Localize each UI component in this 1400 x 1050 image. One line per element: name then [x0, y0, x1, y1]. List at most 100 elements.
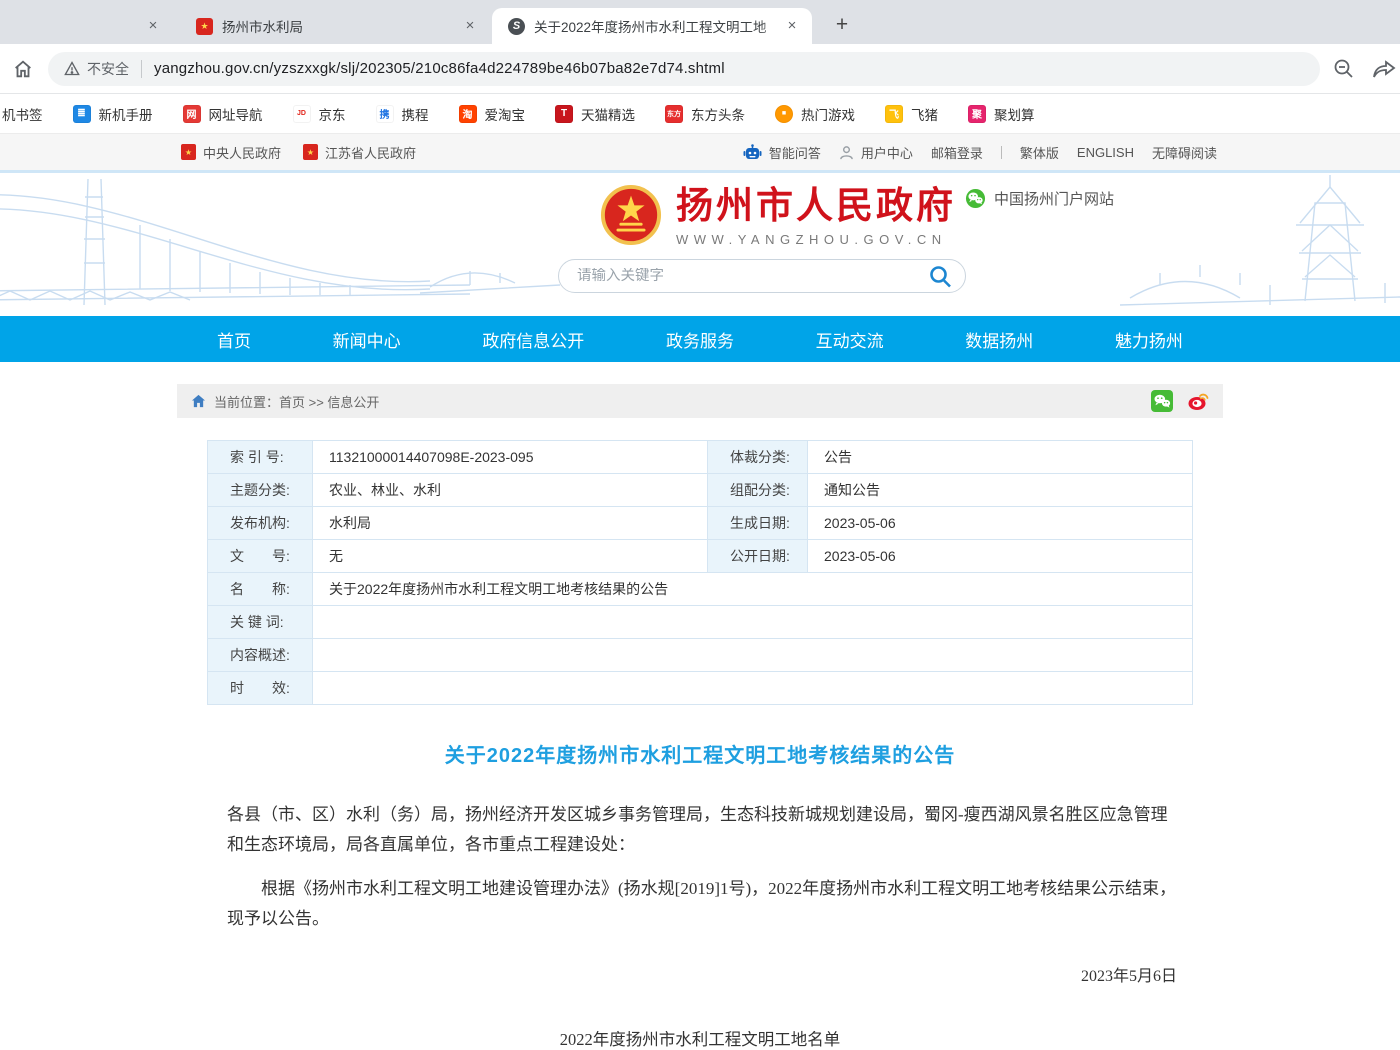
share-icon[interactable]: [1372, 57, 1398, 81]
tab-partial[interactable]: ×: [0, 8, 175, 44]
meta-label: 名 称:: [208, 573, 313, 606]
link-label: 用户中心: [861, 143, 913, 162]
taobao-icon: 淘: [459, 105, 477, 123]
home-icon[interactable]: [191, 394, 206, 408]
tab-title: 扬州市水利局: [222, 16, 460, 36]
link-accessibility[interactable]: 无障碍阅读: [1152, 143, 1217, 162]
meta-value-index-number: 11321000014407098E-2023-095: [313, 441, 708, 474]
portal-link[interactable]: 中国扬州门户网站: [965, 188, 1114, 209]
close-icon[interactable]: ×: [782, 16, 802, 36]
bookmark-item[interactable]: ≣ 新机手册: [73, 104, 153, 124]
meta-value-category: 通知公告: [808, 474, 1193, 507]
gov-top-bar: ★ 中央人民政府 ★ 江苏省人民政府 智能问答 用户中心: [0, 134, 1400, 170]
robot-icon: [743, 144, 762, 161]
nav-item-charm[interactable]: 魅力扬州: [1115, 327, 1183, 352]
bookmark-label: 京东: [319, 104, 346, 124]
bookmark-label: 爱淘宝: [485, 104, 526, 124]
document-meta-table: 索 引 号: 11321000014407098E-2023-095 体裁分类:…: [207, 440, 1193, 705]
gov-emblem-icon: ★: [181, 144, 196, 160]
nav-item-interaction[interactable]: 互动交流: [816, 327, 884, 352]
home-icon[interactable]: [12, 58, 34, 80]
search-icon[interactable]: [928, 264, 953, 289]
link-label: ENGLISH: [1077, 145, 1134, 160]
nav-item-info-disclosure[interactable]: 政府信息公开: [482, 327, 584, 352]
weibo-share-icon[interactable]: [1187, 390, 1209, 412]
meta-label: 体裁分类:: [708, 441, 808, 474]
manual-icon: ≣: [73, 105, 91, 123]
meta-value-keywords: [313, 606, 1193, 639]
bookmark-item[interactable]: 聚 聚划算: [968, 104, 1035, 124]
nav-item-home[interactable]: 首页: [217, 327, 251, 352]
bridge-artwork: [0, 173, 560, 316]
list-heading: 2022年度扬州市水利工程文明工地名单: [177, 1026, 1223, 1050]
divider: [141, 60, 142, 78]
zoom-out-icon[interactable]: [1332, 57, 1356, 81]
link-english[interactable]: ENGLISH: [1077, 145, 1134, 160]
tab-title: 关于2022年度扬州市水利工程文明工地: [534, 16, 782, 36]
meta-value-topic: 农业、林业、水利: [313, 474, 708, 507]
fliggy-icon: 飞: [885, 105, 903, 123]
national-emblem-logo: [600, 184, 662, 246]
bookmark-item[interactable]: 携 携程: [376, 104, 429, 124]
tab-strip: × ★ 扬州市水利局 × S 关于2022年度扬州市水利工程文明工地 × +: [0, 0, 1400, 44]
bookmark-item[interactable]: 东方 东方头条: [665, 104, 745, 124]
bookmark-item[interactable]: ■ 热门游戏: [775, 104, 855, 124]
meta-label: 主题分类:: [208, 474, 313, 507]
toutiao-icon: 东方: [665, 105, 683, 123]
url-text[interactable]: yangzhou.gov.cn/yzszxxgk/slj/202305/210c…: [154, 60, 725, 77]
ctrip-icon: 携: [376, 105, 394, 123]
games-icon: ■: [775, 105, 793, 123]
site-title[interactable]: 扬州市人民政府: [676, 186, 956, 227]
wechat-share-icon[interactable]: [1151, 390, 1173, 412]
bookmark-item[interactable]: 网 网址导航: [183, 104, 263, 124]
security-label[interactable]: 不安全: [87, 59, 129, 79]
meta-value-doc-number: 无: [313, 540, 708, 573]
nav-item-data[interactable]: 数据扬州: [965, 327, 1033, 352]
meta-label: 组配分类:: [708, 474, 808, 507]
juhuasuan-icon: 聚: [968, 105, 986, 123]
breadcrumb-path[interactable]: 首页 >> 信息公开: [279, 392, 379, 411]
bookmark-item[interactable]: JD 京东: [293, 104, 346, 124]
portal-label: 中国扬州门户网站: [994, 188, 1114, 209]
link-mail-login[interactable]: 邮箱登录: [931, 143, 983, 162]
search-input[interactable]: [577, 268, 928, 284]
link-traditional-chinese[interactable]: 繁体版: [1020, 143, 1059, 162]
tab-active-announcement[interactable]: S 关于2022年度扬州市水利工程文明工地 ×: [492, 8, 812, 44]
bookmark-label: 热门游戏: [801, 104, 855, 124]
link-jiangsu-gov[interactable]: ★ 江苏省人民政府: [303, 143, 416, 162]
site-header: 扬州市人民政府 WWW.YANGZHOU.GOV.CN 中国扬州门户网站: [0, 170, 1400, 316]
url-field[interactable]: 不安全 yangzhou.gov.cn/yzszxxgk/slj/202305/…: [48, 52, 1320, 86]
not-secure-warning-icon: [64, 61, 80, 76]
nav-site-icon: 网: [183, 105, 201, 123]
meta-label: 公开日期:: [708, 540, 808, 573]
meta-label: 文 号:: [208, 540, 313, 573]
nav-item-services[interactable]: 政务服务: [666, 327, 734, 352]
tab-yangzhou-water-bureau[interactable]: ★ 扬州市水利局 ×: [180, 8, 490, 44]
article-paragraph: 根据《扬州市水利工程文明工地建设管理办法》(扬水规[2019]1号)，2022年…: [227, 874, 1177, 934]
search-box: [558, 259, 966, 293]
meta-value-publisher: 水利局: [313, 507, 708, 540]
bookmark-item[interactable]: T 天猫精选: [555, 104, 635, 124]
bookmark-label: 东方头条: [691, 104, 745, 124]
meta-label: 关 键 词:: [208, 606, 313, 639]
meta-label: 发布机构:: [208, 507, 313, 540]
link-user-center[interactable]: 用户中心: [839, 143, 913, 162]
link-central-gov[interactable]: ★ 中央人民政府: [181, 143, 281, 162]
link-smart-qa[interactable]: 智能问答: [743, 143, 821, 162]
bookmark-item[interactable]: 淘 爱淘宝: [459, 104, 526, 124]
meta-label: 时 效:: [208, 672, 313, 705]
close-icon[interactable]: ×: [460, 16, 480, 36]
bookmark-label: 聚划算: [994, 104, 1035, 124]
link-label: 江苏省人民政府: [325, 143, 416, 162]
bookmark-item[interactable]: 飞 飞猪: [885, 104, 938, 124]
bookmark-label: 飞猪: [911, 104, 938, 124]
meta-value-validity: [313, 672, 1193, 705]
new-tab-button[interactable]: +: [828, 12, 856, 40]
nav-item-news[interactable]: 新闻中心: [333, 327, 401, 352]
wechat-icon: [965, 188, 986, 209]
bookmark-item[interactable]: 机书签: [2, 104, 43, 124]
link-label: 智能问答: [769, 143, 821, 162]
article-date: 2023年5月6日: [177, 962, 1223, 986]
close-icon[interactable]: ×: [143, 16, 163, 36]
divider: [1001, 146, 1002, 159]
